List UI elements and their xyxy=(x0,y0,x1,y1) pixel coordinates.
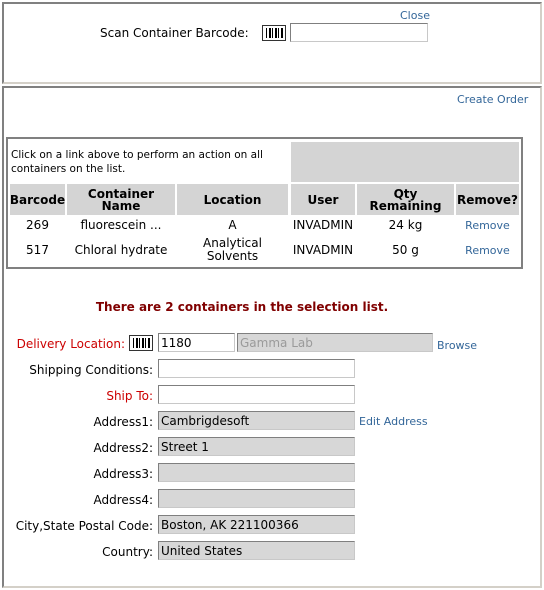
country-label: Country: xyxy=(102,545,153,559)
delivery-location-id-input[interactable] xyxy=(158,333,235,352)
cell-barcode: 269 xyxy=(26,217,49,232)
cell-user: INVADMIN xyxy=(292,242,354,257)
cell-remove: Remove xyxy=(456,217,519,233)
close-link[interactable]: Close xyxy=(400,9,430,22)
scan-barcode-input[interactable] xyxy=(290,23,428,42)
address2-label: Address2: xyxy=(93,441,153,455)
remove-link[interactable]: Remove xyxy=(465,244,510,257)
container-list: Click on a link above to perform an acti… xyxy=(6,137,523,269)
cell-qty: 24 kg xyxy=(388,217,423,232)
barcode-icon xyxy=(129,335,153,351)
country-field xyxy=(158,541,355,560)
address4-field xyxy=(158,489,355,508)
column-header-user: User xyxy=(291,184,355,215)
column-header-remove: Remove? xyxy=(456,184,519,215)
cell-user: INVADMIN xyxy=(292,217,354,232)
ship-to-input[interactable] xyxy=(158,385,355,404)
address3-field xyxy=(158,463,355,482)
address4-label: Address4: xyxy=(93,493,153,507)
cell-barcode: 517 xyxy=(26,242,49,257)
barcode-icon xyxy=(262,25,286,41)
shipping-conditions-label: Shipping Conditions: xyxy=(29,363,153,377)
scan-barcode-label: Scan Container Barcode: xyxy=(100,26,249,40)
cell-location: Analytical Solvents xyxy=(203,236,262,263)
browse-link[interactable]: Browse xyxy=(437,339,477,352)
list-header-spacer xyxy=(291,142,519,182)
remove-link[interactable]: Remove xyxy=(465,219,510,232)
create-order-link[interactable]: Create Order xyxy=(457,93,528,106)
cell-qty: 50 g xyxy=(392,242,419,257)
edit-address-link[interactable]: Edit Address xyxy=(359,415,428,428)
list-hint: Click on a link above to perform an acti… xyxy=(11,149,263,175)
scan-frame: Close Scan Container Barcode: xyxy=(2,2,542,84)
city-state-postal-label: City,State Postal Code: xyxy=(15,519,153,533)
cell-remove: Remove xyxy=(456,235,519,265)
address1-field xyxy=(158,411,355,430)
column-header-qty-remaining: Qty Remaining xyxy=(357,184,454,215)
column-header-barcode: Barcode xyxy=(10,184,65,215)
city-state-postal-field xyxy=(158,515,355,534)
ship-to-label: Ship To: xyxy=(106,389,153,403)
delivery-location-name-field xyxy=(237,333,433,352)
column-header-location: Location xyxy=(177,184,288,215)
cell-container-name: Chloral hydrate xyxy=(74,242,168,257)
selection-count-message: There are 2 containers in the selection … xyxy=(95,300,389,314)
address2-field xyxy=(158,437,355,456)
shipping-conditions-input[interactable] xyxy=(158,359,355,378)
column-header-container-name: Container Name xyxy=(67,184,175,215)
cell-container-name: fluorescein ... xyxy=(80,217,162,232)
delivery-location-label: Delivery Location: xyxy=(16,337,125,351)
address3-label: Address3: xyxy=(93,467,153,481)
cell-location: A xyxy=(228,217,237,232)
address1-label: Address1: xyxy=(93,415,153,429)
